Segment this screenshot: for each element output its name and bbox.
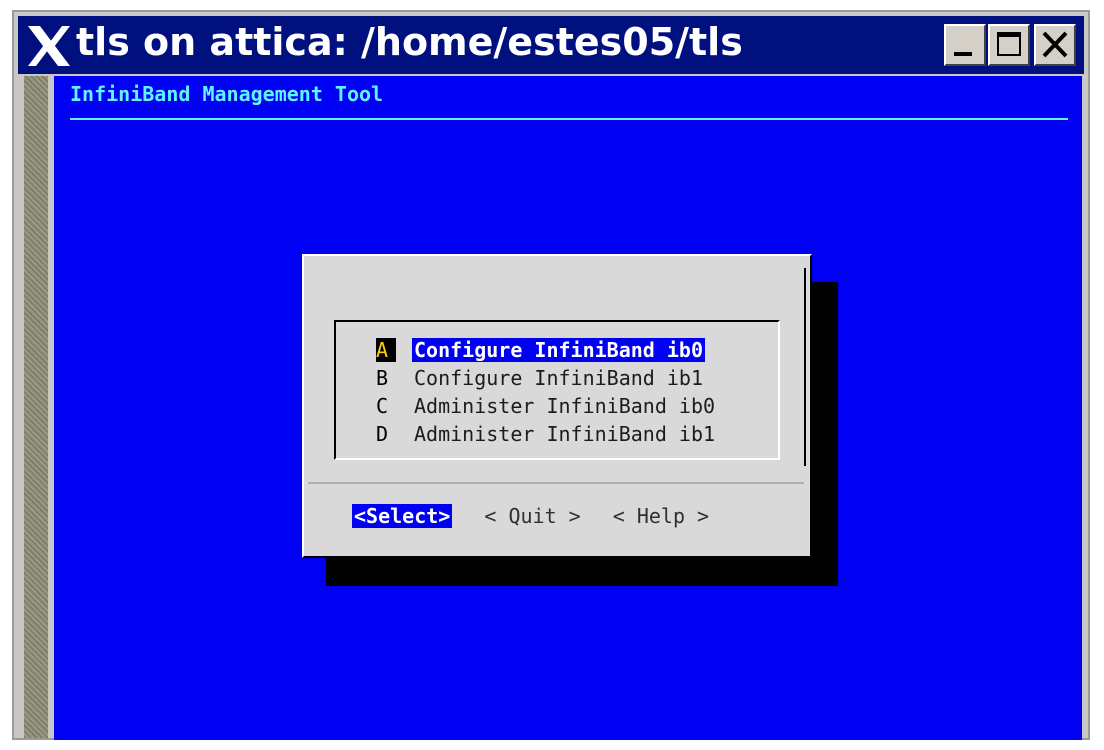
- app-title: InfiniBand Management Tool: [70, 82, 384, 106]
- header-divider: [70, 118, 1068, 120]
- title-bar[interactable]: tls on attica: /home/estes05/tls: [18, 16, 1084, 74]
- menu-item-label: Configure InfiniBand ib0: [412, 338, 705, 362]
- menu-item-label: Configure InfiniBand ib1: [414, 366, 703, 390]
- menu-item-tag: D: [376, 422, 389, 446]
- menu-item-label: Administer InfiniBand ib1: [414, 422, 716, 446]
- menu-item-label: Administer InfiniBand ib0: [414, 394, 716, 418]
- scrollbar[interactable]: [24, 76, 48, 738]
- quit-button[interactable]: < Quit >: [484, 504, 580, 528]
- menu-item-b[interactable]: B Configure InfiniBand ib1: [376, 366, 705, 392]
- x-logo-icon: [28, 26, 70, 66]
- minimize-button[interactable]: [944, 24, 986, 66]
- menu-item-tag: C: [376, 394, 389, 418]
- dialog-buttons: <Select> < Quit > < Help >: [352, 504, 729, 532]
- terminal-screen: InfiniBand Management Tool A Configure In…: [54, 76, 1082, 740]
- close-button[interactable]: [1034, 24, 1076, 66]
- terminal-window: tls on attica: /home/estes05/tls InfiniB…: [12, 10, 1090, 740]
- menu-list: A Configure InfiniBand ib0 B Configure Inf…: [334, 320, 780, 460]
- maximize-button[interactable]: [988, 24, 1030, 66]
- window-title: tls on attica: /home/estes05/tls: [76, 20, 743, 64]
- dialog-inner-border: [804, 268, 806, 466]
- minimize-icon: [954, 52, 972, 56]
- menu-item-d[interactable]: D Administer InfiniBand ib1: [376, 422, 717, 448]
- select-button[interactable]: <Select>: [352, 504, 453, 528]
- menu-item-a[interactable]: A Configure InfiniBand ib0: [376, 338, 705, 364]
- close-icon: [1042, 31, 1068, 58]
- maximize-icon: [997, 32, 1021, 56]
- menu-item-c[interactable]: C Administer InfiniBand ib0: [376, 394, 717, 420]
- menu-dialog: A Configure InfiniBand ib0 B Configure Inf…: [302, 254, 812, 558]
- menu-item-tag: A: [376, 338, 396, 362]
- button-separator: [308, 482, 804, 484]
- help-button[interactable]: < Help >: [613, 504, 709, 528]
- menu-item-tag: B: [376, 366, 389, 390]
